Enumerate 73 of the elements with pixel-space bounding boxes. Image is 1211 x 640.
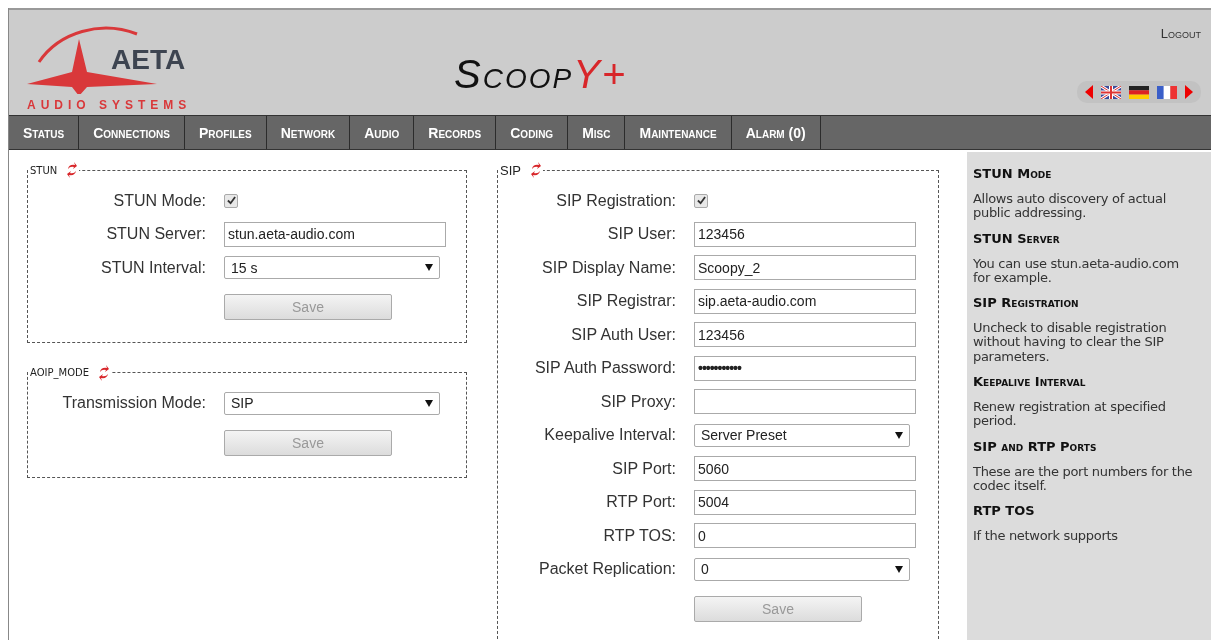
- group-title: STUN: [30, 164, 58, 176]
- german-flag-icon[interactable]: [1129, 85, 1149, 99]
- input-field[interactable]: 5060: [694, 456, 916, 482]
- help-title: SIP Registration: [973, 295, 1080, 311]
- brand-name: AETA: [111, 44, 186, 76]
- field-label: SIP Registration:: [555, 191, 677, 210]
- french-flag-icon[interactable]: [1157, 85, 1177, 99]
- field-label: SIP Port:: [611, 459, 677, 478]
- nav-tab[interactable]: Misc: [568, 116, 626, 149]
- refresh-icon[interactable]: [530, 162, 541, 178]
- help-title: STUN Server: [973, 230, 1061, 246]
- refresh-icon[interactable]: [99, 364, 110, 381]
- nav-tab[interactable]: Status: [9, 116, 80, 149]
- field-label: SIP Auth User:: [570, 325, 677, 344]
- help-text: You can use stun.aeta-audio.com for example.: [973, 256, 1180, 286]
- input-field[interactable]: 0: [694, 523, 916, 549]
- checkbox[interactable]: [694, 193, 708, 208]
- refresh-icon[interactable]: [67, 162, 78, 178]
- caret-icon: [425, 264, 433, 272]
- nav-tab[interactable]: Records: [414, 116, 497, 149]
- caret-icon: [895, 431, 903, 439]
- group-title: SIP: [500, 162, 521, 178]
- product-logo: ScoopY+: [454, 54, 628, 94]
- help-text: Allows auto discovery of actual public addressing.: [973, 192, 1167, 221]
- help-title: RTP TOS: [973, 503, 1036, 519]
- brand-tagline: AUDIO SYSTEMS: [27, 98, 192, 112]
- dropdown[interactable]: Server Preset: [694, 423, 910, 447]
- nav-tab[interactable]: Network: [266, 116, 351, 149]
- nav-tab[interactable]: Connections: [79, 116, 185, 149]
- nav-tab[interactable]: Audio: [350, 116, 415, 149]
- uk-flag-icon[interactable]: [1101, 85, 1121, 99]
- input-field[interactable]: Scoopy_2: [694, 255, 916, 281]
- checkbox[interactable]: [224, 193, 238, 208]
- field-label: RTP TOS:: [602, 526, 677, 545]
- next-arrow-icon[interactable]: [1185, 85, 1193, 99]
- field-label: SIP Proxy:: [599, 392, 677, 411]
- field-label: STUN Mode:: [112, 191, 207, 210]
- input-field[interactable]: 123456: [694, 322, 916, 348]
- field-label: RTP Port:: [605, 493, 677, 512]
- help-title: SIP and RTP Ports: [973, 438, 1098, 454]
- caret-icon: [425, 399, 433, 407]
- input-field[interactable]: 123456: [694, 221, 916, 247]
- nav-tab[interactable]: Coding: [496, 116, 569, 149]
- nav-tab[interactable]: Maintenance: [625, 116, 732, 149]
- input-field[interactable]: •••••••••••: [694, 355, 916, 381]
- help-title: Keepalive Interval: [973, 374, 1087, 390]
- caret-icon: [895, 565, 903, 573]
- help-text: These are the port numbers for the codec itself.: [973, 464, 1194, 494]
- help-title: STUN Mode: [973, 166, 1053, 181]
- field-label: SIP Registrar:: [575, 292, 677, 311]
- group-title: AOIP_MODE: [30, 367, 90, 378]
- input-field[interactable]: [694, 389, 916, 415]
- help-text: Renew registration at specified period.: [973, 400, 1167, 429]
- field-label: SIP User:: [606, 225, 677, 244]
- field-label: STUN Interval:: [100, 258, 207, 277]
- input-field[interactable]: sip.aeta-audio.com: [694, 288, 916, 314]
- help-text: Uncheck to disable registration without having to clear the SIP parameters.: [973, 321, 1168, 365]
- field-label: SIP Display Name:: [541, 258, 677, 277]
- input-field[interactable]: stun.aeta-audio.com: [224, 221, 446, 247]
- nav-tab[interactable]: Alarm (0): [731, 116, 821, 149]
- field-label: Packet Replication:: [538, 560, 677, 579]
- nav-tab[interactable]: Profiles: [184, 116, 267, 149]
- logout-link[interactable]: Logout: [1160, 26, 1201, 41]
- previous-arrow-icon[interactable]: [1085, 85, 1093, 99]
- field-label: SIP Auth Password:: [533, 359, 677, 378]
- dropdown[interactable]: SIP: [224, 391, 440, 415]
- input-field[interactable]: 5004: [694, 489, 916, 515]
- field-label: Transmission Mode:: [61, 394, 207, 413]
- field-label: Keepalive Interval:: [543, 426, 677, 445]
- dropdown[interactable]: 0: [694, 557, 910, 581]
- help-text: If the network supports: [973, 529, 1119, 544]
- field-label: STUN Server:: [105, 225, 207, 244]
- dropdown[interactable]: 15 s: [224, 256, 440, 280]
